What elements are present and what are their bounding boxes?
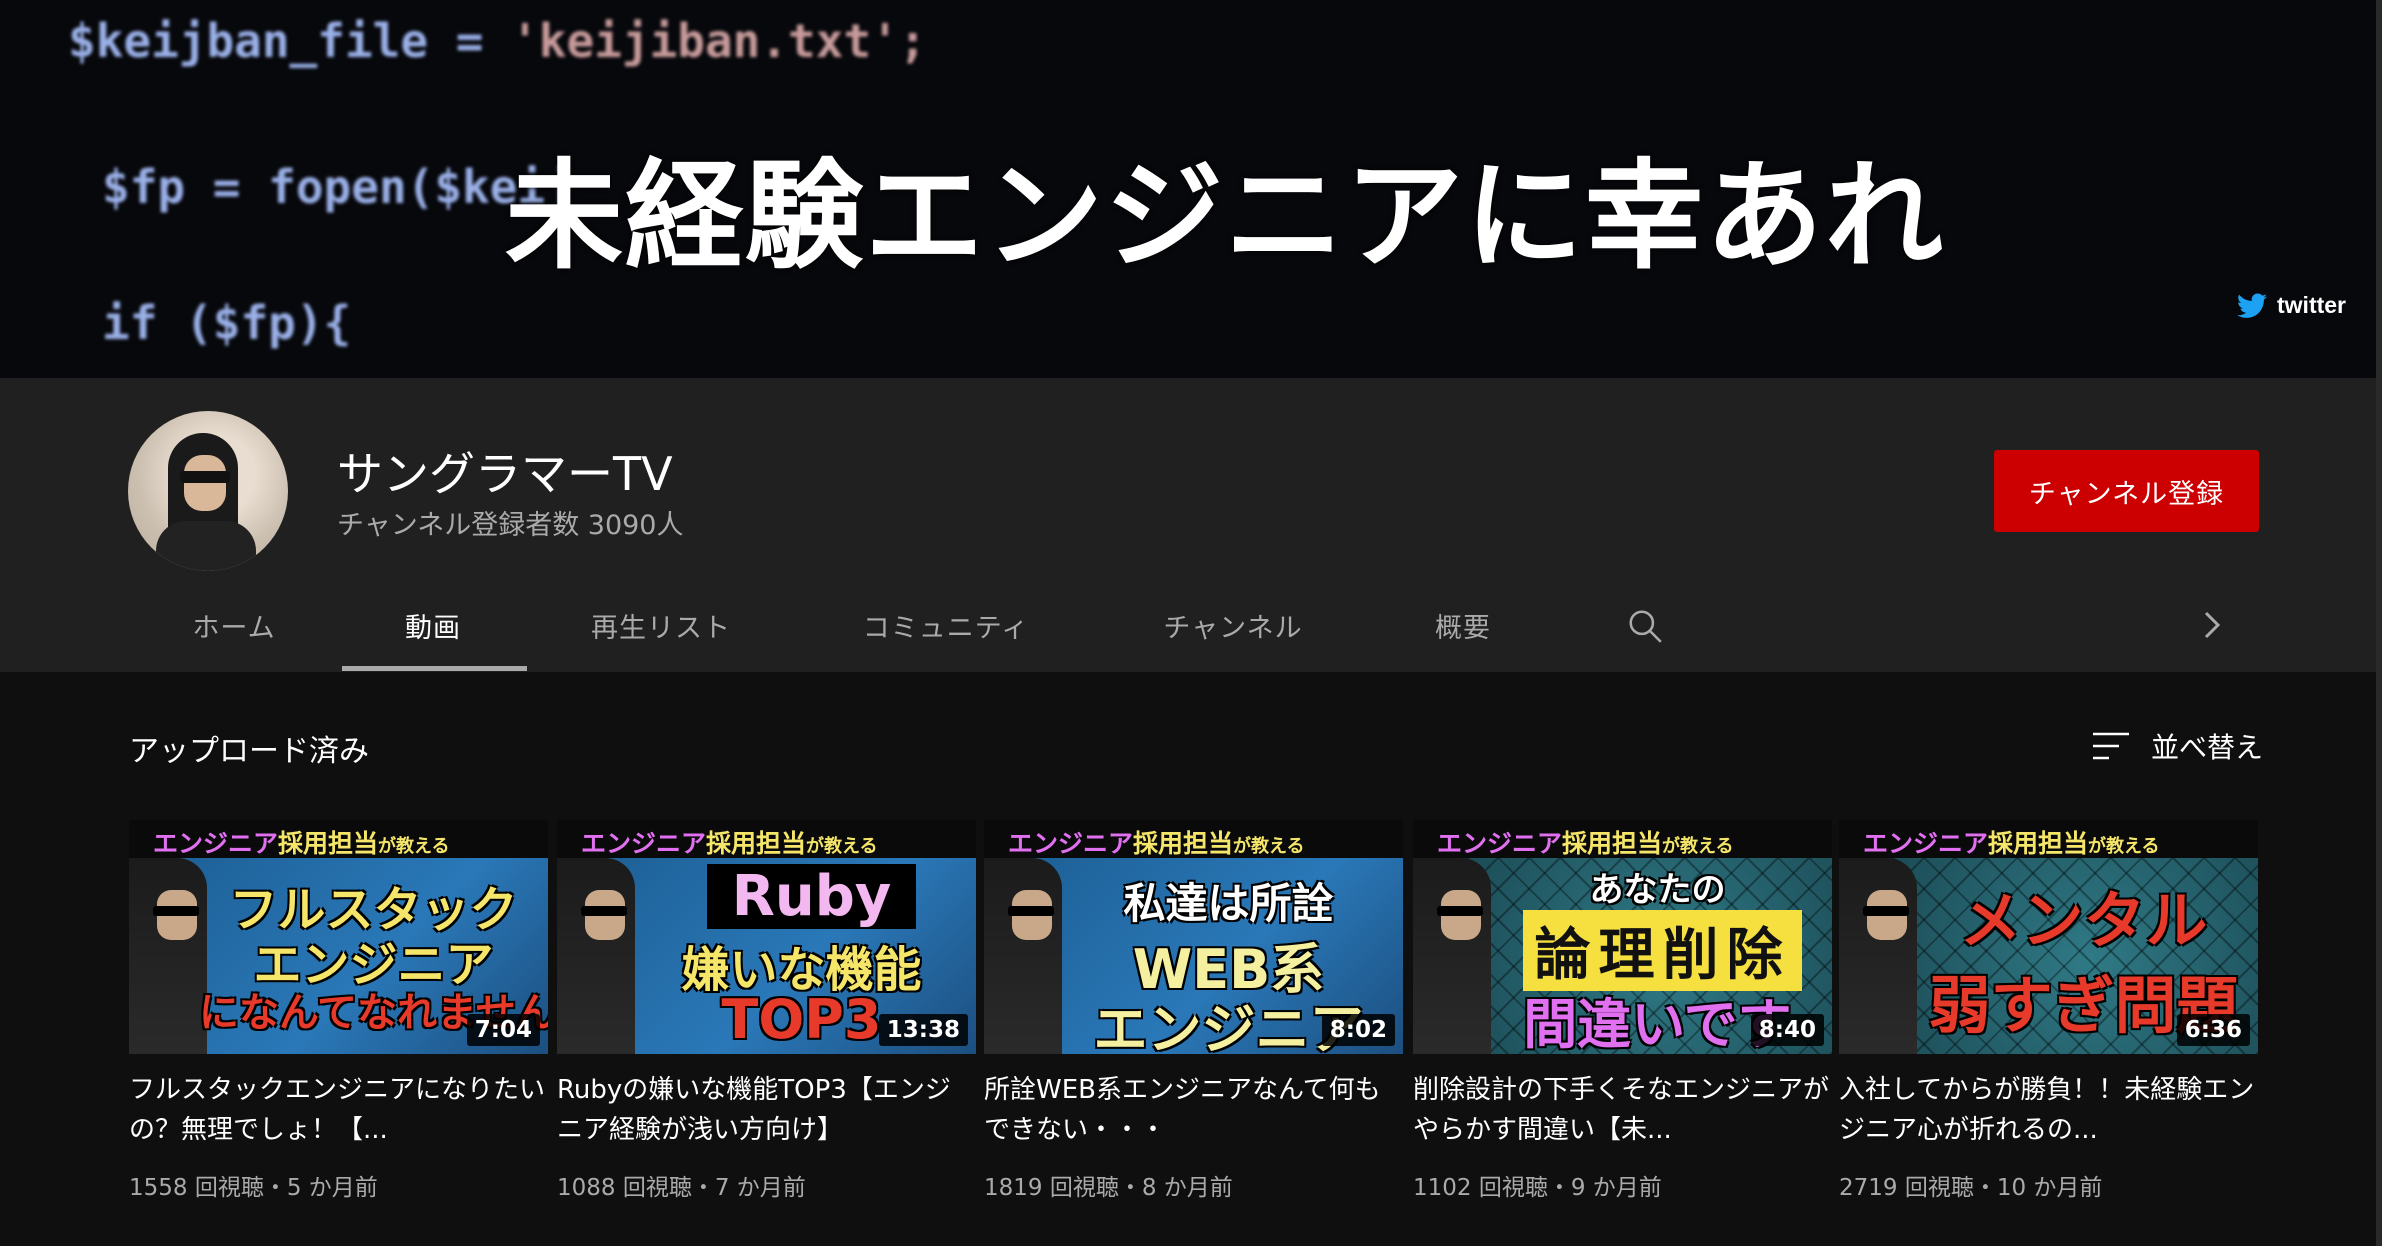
video-title[interactable]: フルスタックエンジニアになりたいの？無理でしょ！【... [129,1070,548,1150]
thumbnail-header: エンジニア採用担当が教える [1413,820,1832,858]
sort-icon [2093,732,2129,760]
video-duration: 13:38 [878,1014,968,1046]
video-meta: 1558 回視聴・5 か月前 [129,1175,378,1201]
sort-label: 並べ替え [2151,731,2264,764]
video-thumbnail[interactable]: エンジニア採用担当が教える メンタル 弱すぎ問題 6:36 [1839,820,2258,1054]
video-duration: 8:02 [1321,1014,1395,1046]
presenter-image [1413,858,1491,1054]
thumbnail-text: メンタル [1959,884,2208,957]
thumbnail-header: エンジニア採用担当が教える [557,820,976,858]
banner-code-line: if ($fp){ [102,296,352,350]
video-card[interactable]: エンジニア採用担当が教える あなたの 論理削除 間違いです 8:40 削除設計の下手… [1413,820,1832,1202]
code-text: 'keijiban.txt'; [511,14,927,68]
video-title[interactable]: Rubyの嫌いな機能TOP3【エンジニア経験が浅い方向け】 [557,1070,976,1150]
twitter-link[interactable]: twitter [2237,292,2346,319]
tab-community[interactable]: コミュニティ [863,606,1029,645]
tab-playlists[interactable]: 再生リスト [591,606,731,645]
channel-avatar[interactable] [128,411,288,571]
tab-channels[interactable]: チャンネル [1163,606,1302,645]
video-card[interactable]: エンジニア採用担当が教える メンタル 弱すぎ問題 6:36 入社してからが勝負！！… [1839,820,2258,1202]
video-thumbnail[interactable]: エンジニア採用担当が教える 私達は所詮 WEB系 エンジニア 8:02 [984,820,1403,1054]
video-thumbnail[interactable]: エンジニア採用担当が教える あなたの 論理削除 間違いです 8:40 [1413,820,1832,1054]
presenter-image [984,858,1062,1054]
video-meta: 1819 回視聴・8 か月前 [984,1175,1233,1201]
thumbnail-text: Ruby [707,864,916,929]
presenter-image [129,858,207,1054]
video-card[interactable]: エンジニア採用担当が教える Ruby 嫌いな機能 TOP3 13:38 Rubyの嫌… [557,820,976,1202]
thumbnail-header: エンジニア採用担当が教える [1839,820,2258,858]
thumbnail-text: 私達は所詮 [1123,879,1334,928]
channel-name: サングラマーTV [337,447,673,501]
video-duration: 8:40 [1750,1014,1824,1046]
active-tab-indicator [342,666,527,671]
thumbnail-header: エンジニア採用担当が教える [984,820,1403,858]
tab-home[interactable]: ホーム [192,606,275,645]
channel-banner: $keijban_file = 'keijiban.txt'; $fp = fo… [0,0,2382,378]
twitter-label: twitter [2277,292,2346,318]
video-title[interactable]: 入社してからが勝負！！未経験エンジニア心が折れるの... [1839,1070,2258,1150]
video-title[interactable]: 所詮WEB系エンジニアなんて何もできない・・・ [984,1070,1403,1150]
subscribe-button[interactable]: チャンネル登録 [1994,450,2259,532]
video-thumbnail[interactable]: エンジニア採用担当が教える Ruby 嫌いな機能 TOP3 13:38 [557,820,976,1054]
search-icon[interactable] [1626,607,1664,645]
subscriber-count: チャンネル登録者数 3090人 [337,510,684,541]
video-duration: 6:36 [2176,1014,2250,1046]
video-duration: 7:04 [466,1014,540,1046]
video-title[interactable]: 削除設計の下手くそなエンジニアがやらかす間違い【未... [1413,1070,1832,1150]
code-text: $keijban_file = [68,14,512,68]
video-meta: 2719 回視聴・10 か月前 [1839,1175,2103,1201]
video-thumbnail[interactable]: エンジニア採用担当が教える フルスタックエンジニアになんてなれません！ 7:04 [129,820,548,1054]
banner-title: 未経験エンジニアに幸あれ [505,147,1946,285]
chevron-right-icon[interactable] [2200,610,2224,640]
scrollbar[interactable] [2376,0,2382,1246]
video-meta: 1088 回視聴・7 か月前 [557,1175,806,1201]
banner-code-line: $keijban_file = 'keijiban.txt'; [68,14,927,68]
thumbnail-header: エンジニア採用担当が教える [129,820,548,858]
twitter-bird-icon [2237,293,2267,318]
thumbnail-text: あなたの [1589,870,1726,910]
section-title: アップロード済み [129,734,369,769]
presenter-image [557,858,635,1054]
video-card[interactable]: エンジニア採用担当が教える 私達は所詮 WEB系 エンジニア 8:02 所詮WEB系… [984,820,1403,1202]
banner-code-line: $fp = fopen($keij [102,160,573,214]
tab-about[interactable]: 概要 [1435,606,1491,645]
sort-button[interactable]: 並べ替え [2093,726,2263,766]
thumbnail-text: 論理削除 [1523,910,1802,991]
video-meta: 1102 回視聴・9 か月前 [1413,1175,1662,1201]
video-card[interactable]: エンジニア採用担当が教える フルスタックエンジニアになんてなれません！ 7:04… [129,820,548,1202]
presenter-image [1839,858,1917,1054]
tab-videos[interactable]: 動画 [405,606,461,645]
